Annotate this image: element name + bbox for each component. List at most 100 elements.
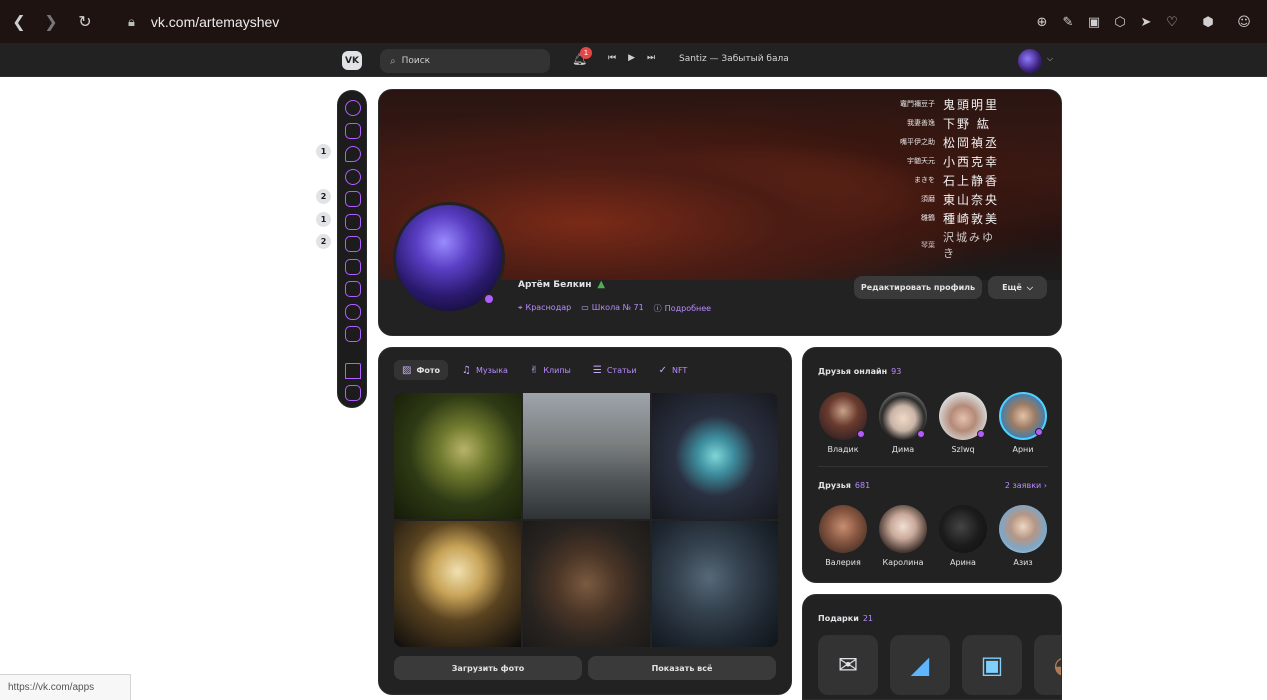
media-tabs: ▨ Фото ♫ Музыка ✌︎ Клипы ☰ Статьи ✓ NFT: [394, 360, 695, 380]
gift-box-icon[interactable]: ▣: [962, 635, 1022, 695]
play-icon[interactable]: ▶︎: [628, 53, 635, 63]
more-info-link[interactable]: ⓘ Подробнее: [654, 303, 711, 314]
next-track-icon[interactable]: ⏭︎: [647, 53, 655, 63]
photos-card: ▨ Фото ♫ Музыка ✌︎ Клипы ☰ Статьи ✓ NFT Загру…: [378, 347, 792, 695]
communities-count-badge: 1: [316, 212, 331, 227]
edit-icon[interactable]: ✎: [1059, 13, 1077, 31]
credit-row: 須磨 東山奈央: [900, 191, 1007, 207]
clips-nav-icon[interactable]: [345, 281, 361, 297]
more-button[interactable]: Ещё ⌵: [988, 276, 1047, 299]
send-icon[interactable]: ➤: [1137, 13, 1155, 31]
credit-role: 須磨: [921, 195, 935, 203]
friend-name: Каролина: [882, 558, 924, 567]
friend-item[interactable]: Дима: [873, 392, 933, 454]
games-nav-icon[interactable]: [345, 304, 361, 320]
camera-icon[interactable]: ▣: [1085, 13, 1103, 31]
forward-icon[interactable]: ❯: [38, 9, 64, 35]
credit-row: 宇髄天元 小西克幸: [900, 153, 1007, 169]
shield-icon[interactable]: ⬡: [1111, 13, 1129, 31]
more-info-text: Подробнее: [664, 304, 712, 313]
city-link[interactable]: ⌖ Краснодар: [518, 303, 571, 314]
friend-item[interactable]: Арина: [933, 505, 993, 567]
school-text: Школа № 71: [591, 303, 644, 312]
gift-sneaker-icon[interactable]: ◢: [890, 635, 950, 695]
friend-name: Арина: [950, 558, 976, 567]
news-nav-icon[interactable]: [345, 123, 361, 139]
credit-row: 嘴平伊之助 松岡禎丞: [900, 134, 1007, 150]
current-track[interactable]: Santiz — Забытый бала: [679, 54, 789, 64]
notifications-bell-icon[interactable]: 🔔︎ 1: [572, 47, 592, 68]
communities-nav-icon[interactable]: [345, 214, 361, 230]
avatar: [939, 505, 987, 553]
friends-nav-icon[interactable]: [345, 191, 361, 207]
edit-profile-button[interactable]: Редактировать профиль: [854, 276, 982, 299]
market-nav-icon[interactable]: [345, 326, 361, 342]
friend-item[interactable]: Азиз: [993, 505, 1053, 567]
calls-nav-icon[interactable]: [345, 169, 361, 185]
upload-photo-button[interactable]: Загрузить фото: [394, 656, 582, 680]
photo-werewolf[interactable]: [523, 521, 650, 647]
video-nav-icon[interactable]: [345, 259, 361, 275]
avatar: [939, 392, 987, 440]
photo-owl[interactable]: [394, 521, 521, 647]
show-all-button[interactable]: Показать всё: [588, 656, 776, 680]
credit-role: 宇髄天元: [907, 157, 935, 165]
tab-nft[interactable]: ✓ NFT: [651, 360, 696, 380]
cube-icon[interactable]: ⬢: [1199, 13, 1217, 31]
online-dot: [857, 430, 865, 438]
profile-name-text: Артём Белкин: [518, 279, 592, 290]
location-pin-icon: ⌖: [518, 303, 523, 312]
gifts-title[interactable]: Подарки 21: [818, 614, 873, 623]
gift-envelope-icon[interactable]: ✉︎: [818, 635, 878, 695]
reload-icon[interactable]: ↻: [72, 9, 98, 35]
friend-item[interactable]: Владик: [813, 392, 873, 454]
photo-gargoyle[interactable]: [523, 393, 650, 519]
bookmarks-nav-icon[interactable]: [345, 363, 361, 379]
files-nav-icon[interactable]: [345, 385, 361, 401]
chevron-down-icon[interactable]: ⌵: [1047, 54, 1053, 64]
avatar: [819, 505, 867, 553]
credit-role: 嘴平伊之助: [900, 138, 935, 146]
friend-item[interactable]: Каролина: [873, 505, 933, 567]
photo-wolf[interactable]: [652, 521, 778, 647]
gift-food-icon[interactable]: ◒: [1034, 635, 1061, 695]
gifts-label: Подарки: [818, 614, 859, 623]
previous-track-icon[interactable]: ⏮︎: [608, 53, 616, 63]
account-icon[interactable]: ☺: [1235, 13, 1253, 31]
photo-butterfly[interactable]: [652, 393, 778, 519]
avatar: [819, 392, 867, 440]
back-icon[interactable]: ❮: [6, 9, 32, 35]
friends-online-title[interactable]: Друзья онлайн 93: [818, 367, 901, 376]
friends-title[interactable]: Друзья 681: [818, 481, 870, 490]
tab-articles[interactable]: ☰ Статьи: [585, 360, 645, 380]
friend-item[interactable]: Арни: [993, 392, 1053, 454]
photo-medusa[interactable]: [394, 393, 521, 519]
tab-music[interactable]: ♫ Музыка: [454, 360, 516, 380]
heart-icon[interactable]: ♡: [1163, 13, 1181, 31]
credit-name: 東山奈央: [943, 192, 1000, 207]
friends-count: 681: [854, 481, 871, 490]
friend-requests-link[interactable]: 2 заявки ›: [1005, 481, 1047, 490]
vk-logo[interactable]: VK: [342, 51, 362, 70]
profile-nav-icon[interactable]: [345, 100, 361, 116]
school-link[interactable]: ▭ Школа № 71: [581, 303, 643, 314]
profile-info: ⌖ Краснодар ▭ Школа № 71 ⓘ Подробнее: [518, 303, 711, 314]
search-input[interactable]: ⌕ Поиск: [380, 49, 550, 73]
friend-item[interactable]: Szlwq: [933, 392, 993, 454]
credit-role: まきを: [914, 176, 935, 184]
address-bar[interactable]: 🔒︎ vk.com/artemayshev: [128, 14, 279, 30]
zoom-icon[interactable]: ⊕: [1033, 13, 1051, 31]
online-friends-row: Владик Дима Szlwq Арни: [813, 392, 1053, 454]
nft-icon: ✓: [658, 364, 667, 376]
friends-online-count: 93: [891, 367, 902, 376]
messages-nav-icon[interactable]: [345, 146, 361, 162]
photos-nav-icon[interactable]: [345, 236, 361, 252]
city-text: Краснодар: [525, 303, 572, 312]
audio-player-controls: ⏮︎ ▶︎ ⏭︎: [608, 53, 655, 63]
friend-item[interactable]: Валерия: [813, 505, 873, 567]
header-avatar[interactable]: [1018, 49, 1042, 73]
tab-photos[interactable]: ▨ Фото: [394, 360, 449, 380]
profile-header-card: 竈門禰豆子 鬼頭明里 我妻善逸 下野 紘 嘴平伊之助 松岡禎丞 宇髄天元 小西克…: [378, 89, 1062, 336]
online-status-indicator: [483, 293, 495, 305]
tab-clips[interactable]: ✌︎ Клипы: [522, 360, 579, 380]
